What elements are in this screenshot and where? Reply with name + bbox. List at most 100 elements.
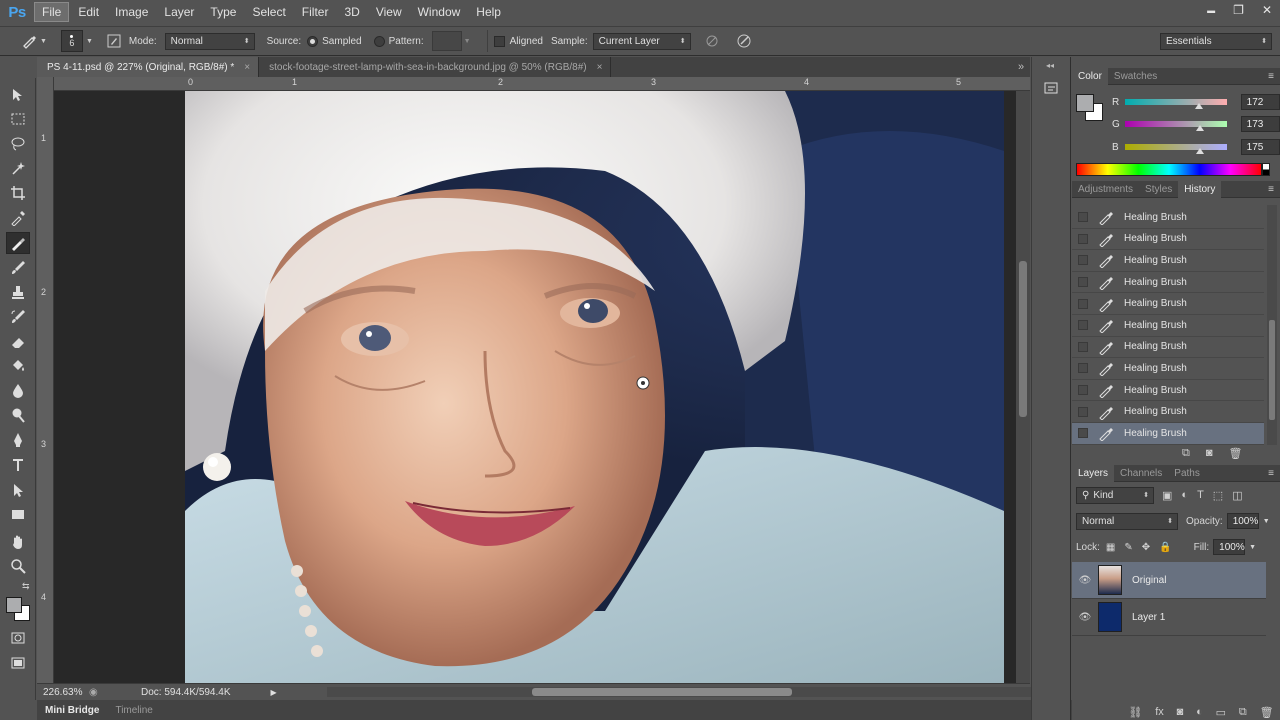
tab-stock-footage[interactable]: stock-footage-street-lamp-with-sea-in-ba… bbox=[259, 57, 612, 77]
history-item[interactable]: Healing Brush bbox=[1072, 207, 1264, 229]
tab-close-icon[interactable]: × bbox=[244, 62, 250, 73]
green-slider[interactable] bbox=[1124, 121, 1227, 131]
lock-image-icon[interactable]: ✎ bbox=[1124, 542, 1132, 553]
blue-value-input[interactable]: 175 bbox=[1240, 139, 1280, 155]
menu-help[interactable]: Help bbox=[469, 3, 508, 21]
tab-history[interactable]: History bbox=[1178, 180, 1222, 198]
fill-input[interactable]: 100% bbox=[1213, 539, 1246, 555]
new-group-icon[interactable]: ▭ bbox=[1216, 706, 1226, 719]
add-mask-icon[interactable]: ◙ bbox=[1177, 706, 1184, 718]
opacity-input[interactable]: 100% bbox=[1226, 513, 1259, 529]
new-adjustment-layer-icon[interactable]: ◐ bbox=[1196, 706, 1203, 718]
green-value-input[interactable]: 173 bbox=[1240, 116, 1280, 132]
red-value-input[interactable]: 172 bbox=[1240, 94, 1280, 110]
sampled-radio[interactable] bbox=[307, 35, 319, 47]
vertical-scroll-thumb[interactable] bbox=[1019, 261, 1027, 417]
color-spectrum-ramp[interactable] bbox=[1076, 163, 1262, 176]
crop-tool-icon[interactable] bbox=[6, 182, 30, 204]
pattern-radio[interactable] bbox=[373, 35, 385, 47]
dock-collapse-icon[interactable]: ◂◂ bbox=[1046, 61, 1054, 70]
minimize-button[interactable]: ▬ bbox=[1207, 6, 1215, 15]
filter-type-icon[interactable]: T bbox=[1197, 489, 1204, 502]
menu-type[interactable]: Type bbox=[203, 3, 243, 21]
color-foreground-swatch[interactable] bbox=[1076, 94, 1094, 112]
black-white-ramp[interactable] bbox=[1262, 163, 1270, 176]
filter-adjustment-icon[interactable]: ◐ bbox=[1181, 489, 1188, 502]
tab-color[interactable]: Color bbox=[1072, 67, 1108, 85]
layer-row-layer-1[interactable]: 👁 Layer 1 bbox=[1072, 599, 1266, 636]
delete-layer-icon[interactable]: 🗑 bbox=[1260, 706, 1274, 719]
filter-pixel-icon[interactable]: ▣ bbox=[1162, 489, 1172, 502]
quick-mask-icon[interactable] bbox=[6, 627, 30, 649]
path-selection-tool-icon[interactable] bbox=[6, 479, 30, 501]
tabs-overflow-icon[interactable]: » bbox=[1012, 57, 1030, 77]
preset-chevron-down-icon[interactable]: ▼ bbox=[40, 38, 47, 45]
tab-paths[interactable]: Paths bbox=[1168, 465, 1206, 482]
brush-tool-icon[interactable] bbox=[6, 257, 30, 279]
workspace-select[interactable]: Essentials ⬍ bbox=[1160, 32, 1272, 50]
menu-window[interactable]: Window bbox=[411, 3, 468, 21]
menu-select[interactable]: Select bbox=[245, 3, 292, 21]
tab-channels[interactable]: Channels bbox=[1114, 465, 1168, 482]
menu-image[interactable]: Image bbox=[108, 3, 155, 21]
pattern-chevron-icon[interactable]: ▼ bbox=[464, 38, 471, 45]
swap-colors-icon[interactable]: ⇆ bbox=[22, 581, 30, 592]
dodge-tool-icon[interactable] bbox=[6, 404, 30, 426]
blue-slider-knob[interactable] bbox=[1196, 148, 1205, 154]
history-source-checkbox[interactable] bbox=[1078, 212, 1088, 223]
tab-close-icon[interactable]: × bbox=[597, 62, 603, 73]
tab-ps-4-11[interactable]: PS 4-11.psd @ 227% (Original, RGB/8#) * … bbox=[37, 57, 260, 77]
history-item[interactable]: Healing Brush bbox=[1072, 358, 1264, 380]
lock-all-icon[interactable]: 🔒 bbox=[1159, 542, 1171, 553]
healing-brush-tool-icon[interactable] bbox=[6, 232, 30, 254]
visibility-eye-icon[interactable]: 👁 bbox=[1072, 575, 1098, 586]
history-item-current[interactable]: Healing Brush bbox=[1072, 422, 1264, 445]
history-scrollbar[interactable] bbox=[1267, 205, 1277, 445]
tab-swatches[interactable]: Swatches bbox=[1108, 68, 1163, 85]
marquee-tool-icon[interactable] bbox=[6, 108, 30, 130]
new-layer-icon[interactable]: ⧉ bbox=[1239, 706, 1247, 719]
opacity-chevron-icon[interactable]: ▼ bbox=[1263, 518, 1270, 525]
pressure-size-icon[interactable] bbox=[733, 30, 755, 52]
tab-mini-bridge[interactable]: Mini Bridge bbox=[37, 705, 107, 716]
vertical-scrollbar[interactable] bbox=[1016, 91, 1030, 683]
paint-bucket-tool-icon[interactable] bbox=[6, 355, 30, 377]
brush-chevron-down-icon[interactable]: ▼ bbox=[86, 38, 93, 45]
pen-tool-icon[interactable] bbox=[6, 429, 30, 451]
zoom-tool-icon[interactable] bbox=[6, 555, 30, 577]
history-source-checkbox[interactable] bbox=[1078, 363, 1088, 374]
clone-stamp-tool-icon[interactable] bbox=[6, 281, 30, 303]
tab-layers[interactable]: Layers bbox=[1072, 464, 1115, 482]
menu-3d[interactable]: 3D bbox=[337, 3, 366, 21]
lasso-tool-icon[interactable] bbox=[6, 133, 30, 155]
green-slider-knob[interactable] bbox=[1195, 125, 1204, 131]
layer-row-original[interactable]: 👁 Original bbox=[1072, 562, 1266, 599]
menu-file[interactable]: File bbox=[34, 2, 70, 22]
filter-smart-object-icon[interactable]: ◫ bbox=[1232, 489, 1242, 502]
menu-layer[interactable]: Layer bbox=[157, 3, 201, 21]
close-button[interactable]: ✕ bbox=[1262, 3, 1272, 17]
history-source-checkbox[interactable] bbox=[1078, 233, 1088, 244]
history-item[interactable]: Healing Brush bbox=[1072, 401, 1264, 423]
history-source-checkbox[interactable] bbox=[1078, 277, 1088, 288]
move-tool-icon[interactable] bbox=[6, 84, 30, 106]
status-menu-arrow-icon[interactable]: ▶ bbox=[271, 688, 277, 697]
history-brush-tool-icon[interactable] bbox=[6, 306, 30, 328]
menu-view[interactable]: View bbox=[369, 3, 409, 21]
horizontal-scroll-thumb[interactable] bbox=[532, 688, 792, 696]
history-item[interactable]: Healing Brush bbox=[1072, 272, 1264, 294]
hand-tool-icon[interactable] bbox=[6, 531, 30, 553]
history-source-checkbox[interactable] bbox=[1078, 341, 1088, 352]
blue-slider[interactable] bbox=[1124, 144, 1227, 154]
brush-panel-icon[interactable] bbox=[103, 30, 125, 52]
panel-menu-icon[interactable]: ≡ bbox=[1268, 71, 1280, 82]
screen-mode-icon[interactable] bbox=[6, 652, 30, 674]
rectangle-tool-icon[interactable] bbox=[6, 503, 30, 525]
layer-name[interactable]: Original bbox=[1132, 575, 1166, 586]
red-slider-knob[interactable] bbox=[1195, 103, 1204, 109]
healing-brush-preset-icon[interactable] bbox=[18, 30, 40, 52]
history-source-checkbox[interactable] bbox=[1078, 406, 1088, 417]
blend-mode-select[interactable]: Normal ⬍ bbox=[1076, 512, 1178, 530]
aligned-checkbox[interactable] bbox=[493, 35, 505, 47]
panel-menu-icon[interactable]: ≡ bbox=[1268, 468, 1280, 479]
